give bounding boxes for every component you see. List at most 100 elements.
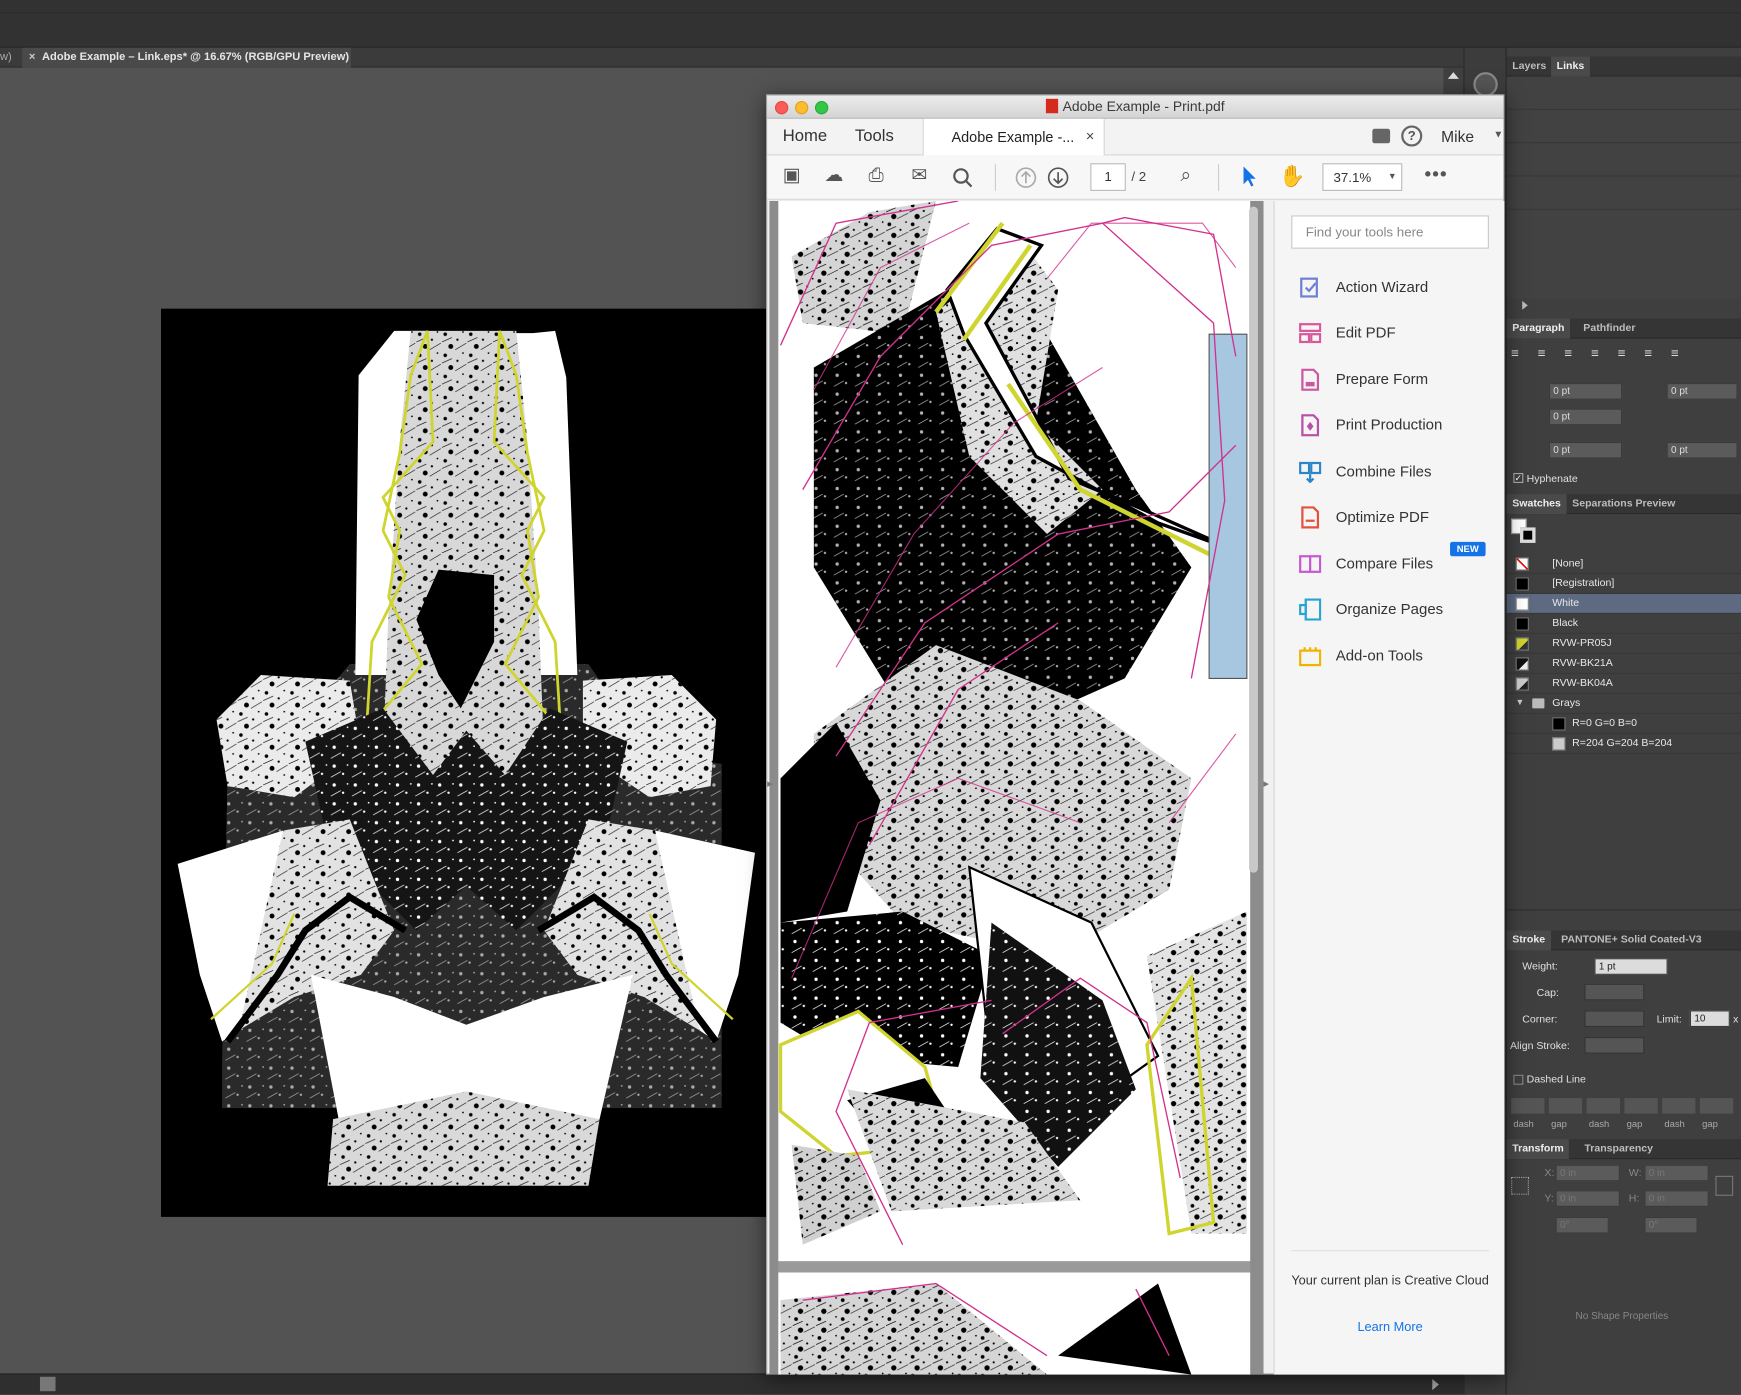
marquee-zoom-icon[interactable]: ⌕ (1175, 164, 1197, 186)
learn-more-link[interactable]: Learn More (1275, 1321, 1506, 1334)
tab-layers[interactable]: Layers (1507, 57, 1552, 77)
user-name[interactable]: Mike (1441, 128, 1474, 146)
help-icon[interactable]: ? (1401, 125, 1423, 147)
hyphenate-checkbox[interactable]: ✓ (1513, 472, 1524, 483)
shear-angle-input[interactable]: 0° (1644, 1216, 1698, 1234)
cap-buttons[interactable] (1584, 983, 1645, 1001)
black-swatch-chip (1515, 617, 1529, 631)
space-after-input[interactable]: 0 pt (1666, 441, 1738, 459)
pdf-file-icon (1045, 98, 1059, 114)
upload-cloud-icon[interactable]: ☁ (823, 164, 845, 186)
save-icon[interactable]: ▣ (782, 164, 802, 186)
find-tools-input[interactable]: Find your tools here (1291, 215, 1489, 249)
miter-limit-input[interactable]: 10 (1689, 1010, 1730, 1028)
constrain-proportions-icon[interactable] (1715, 1175, 1734, 1196)
dashed-line-checkbox[interactable] (1513, 1074, 1524, 1085)
h-label: H: (1628, 1192, 1640, 1205)
edit-pdf-icon (1299, 323, 1322, 344)
corner-buttons[interactable] (1584, 1010, 1645, 1028)
tool-print-production[interactable]: Print Production (1299, 409, 1499, 442)
tab-pantone-library[interactable]: PANTONE+ Solid Coated-V3 (1556, 930, 1708, 950)
swatch-item[interactable]: RVW-PR05J (1506, 634, 1741, 654)
nav-home[interactable]: Home (783, 127, 827, 146)
print-icon[interactable]: ⎙ (865, 164, 887, 186)
tool-combine-files[interactable]: Combine Files (1299, 455, 1499, 488)
swatch-item[interactable]: Black (1506, 614, 1741, 634)
tool-action-wizard[interactable]: Action Wizard (1299, 271, 1499, 304)
active-doc-tab[interactable]: × Adobe Example – Link.eps* @ 16.67% (RGB… (22, 47, 351, 68)
comment-icon[interactable] (1372, 128, 1391, 144)
creative-cloud-icon[interactable] (1473, 72, 1498, 97)
rotate-angle-input[interactable]: 0° (1555, 1216, 1609, 1234)
nav-tools[interactable]: Tools (855, 127, 894, 146)
x-label: X: (1544, 1166, 1555, 1180)
tab-stroke[interactable]: Stroke (1506, 930, 1551, 951)
previous-page-icon[interactable] (1015, 167, 1037, 189)
tab-paragraph[interactable]: Paragraph (1506, 318, 1570, 339)
indent-right-input[interactable]: 0 pt (1666, 383, 1738, 400)
stroke-swatch[interactable] (1520, 527, 1536, 543)
email-icon[interactable]: ✉ (908, 164, 930, 186)
stroke-weight-input[interactable]: 1 pt (1594, 958, 1668, 975)
indent-left-input[interactable]: 0 pt (1548, 383, 1623, 400)
zoom-window-button[interactable] (814, 101, 829, 115)
tool-prepare-form[interactable]: Prepare Form (1299, 363, 1499, 396)
minimize-window-button[interactable] (794, 101, 809, 115)
page-number-input[interactable]: 1 (1090, 163, 1126, 191)
close-window-button[interactable] (774, 101, 789, 115)
hand-tool-icon[interactable]: ✋ (1279, 163, 1305, 190)
close-tab-icon[interactable]: × (29, 51, 35, 63)
tool-organize-pages[interactable]: Organize Pages (1299, 593, 1499, 626)
artboard[interactable] (160, 308, 783, 1217)
scroll-up-icon[interactable] (1447, 72, 1459, 79)
tab-swatches[interactable]: Swatches (1506, 494, 1567, 515)
tab-transform[interactable]: Transform (1506, 1139, 1570, 1160)
tab-separations-preview[interactable]: Separations Preview (1567, 494, 1681, 514)
scroll-right-icon[interactable] (1432, 1378, 1439, 1391)
dash-gap-inputs[interactable] (1511, 1098, 1740, 1114)
tool-optimize-pdf[interactable]: Optimize PDF (1299, 501, 1499, 534)
search-icon[interactable] (953, 168, 973, 188)
more-options-icon[interactable]: ••• (1425, 163, 1448, 185)
scroll-thumb[interactable] (39, 1376, 56, 1392)
reference-point-icon[interactable] (1511, 1176, 1529, 1195)
close-doc-tab-icon[interactable]: × (1086, 128, 1094, 145)
swatch-item[interactable]: R=0 G=0 B=0 (1506, 714, 1741, 734)
select-cursor-icon[interactable] (1241, 165, 1257, 187)
h-input[interactable]: 0 in (1644, 1190, 1709, 1207)
first-line-indent-input[interactable]: 0 pt (1548, 408, 1623, 426)
prev-doc-tab[interactable]: w) (0, 48, 12, 68)
horizontal-scrollbar[interactable] (0, 1373, 1464, 1395)
tab-transparency[interactable]: Transparency (1579, 1139, 1659, 1159)
zoom-dropdown[interactable]: 37.1% ▼ (1322, 163, 1403, 191)
swatch-item[interactable]: RVW-BK21A (1506, 654, 1741, 674)
acrobat-title-bar[interactable]: Adobe Example - Print.pdf (767, 95, 1504, 119)
swatch-item-selected[interactable]: White (1506, 594, 1741, 614)
left-pane-toggle-icon[interactable]: ▸ (767, 778, 773, 790)
pdf-document-view[interactable] (769, 200, 1264, 1375)
align-stroke-buttons[interactable] (1584, 1037, 1645, 1054)
links-list[interactable] (1506, 76, 1741, 299)
document-scrollbar[interactable] (1249, 206, 1258, 873)
document-tab[interactable]: Adobe Example -... × (922, 118, 1105, 156)
tab-pathfinder[interactable]: Pathfinder (1578, 319, 1641, 339)
paragraph-align-buttons[interactable]: ≡≡≡≡≡≡≡ (1511, 345, 1733, 365)
y-input[interactable]: 0 in (1555, 1190, 1620, 1207)
swatch-item[interactable]: R=204 G=204 B=204 (1506, 734, 1741, 754)
expand-arrow-icon[interactable] (1522, 300, 1528, 310)
swatch-group-grays[interactable]: ▼ Grays (1506, 694, 1741, 714)
right-pane-toggle-icon[interactable]: ▸ (1264, 778, 1270, 790)
acrobat-window[interactable]: Adobe Example - Print.pdf Home Tools Ado… (766, 94, 1506, 1375)
x-input[interactable]: 0 in (1555, 1164, 1620, 1182)
swatch-item[interactable]: [None] (1506, 554, 1741, 575)
disclosure-triangle-icon[interactable]: ▼ (1516, 697, 1525, 707)
space-before-input[interactable]: 0 pt (1548, 441, 1623, 459)
tool-edit-pdf[interactable]: Edit PDF (1299, 316, 1499, 349)
user-menu-chevron-icon[interactable]: ▼ (1493, 129, 1503, 140)
w-input[interactable]: 0 in (1644, 1164, 1709, 1182)
tool-add-on-tools[interactable]: Add-on Tools (1299, 640, 1499, 673)
swatch-item[interactable]: RVW-BK04A (1506, 674, 1741, 694)
swatch-item[interactable]: [Registration] (1506, 574, 1741, 595)
next-page-icon[interactable] (1047, 167, 1069, 189)
tab-links[interactable]: Links (1551, 56, 1590, 77)
